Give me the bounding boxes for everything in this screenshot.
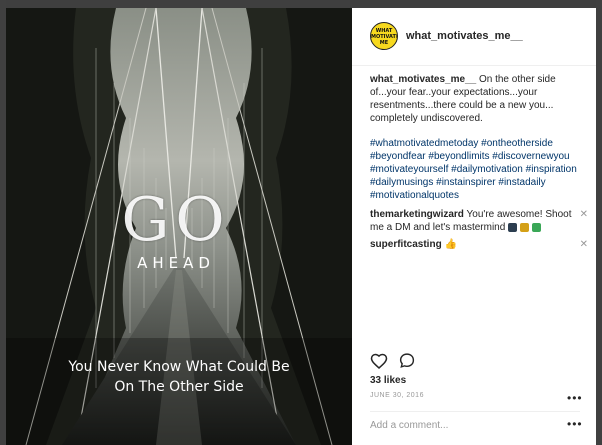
post-header: WHAT MOTIVATES ME what_motivates_me__ xyxy=(352,8,596,66)
comment-bubble-icon[interactable] xyxy=(398,352,416,369)
post-image[interactable]: GO AHEAD You Never Know What Could Be On… xyxy=(6,8,352,445)
image-quote-line-2: On The Other Side xyxy=(114,379,244,395)
avatar[interactable]: WHAT MOTIVATES ME xyxy=(370,22,398,50)
caption: what_motivates_me__ On the other side of… xyxy=(370,73,588,125)
heart-icon[interactable] xyxy=(370,352,388,369)
check-box-emoji-icon xyxy=(531,222,541,232)
comment-username-link[interactable]: superfitcasting xyxy=(370,239,442,250)
comment-item: superfitcasting 👍 ✕ xyxy=(370,238,588,251)
image-headline-go: GO xyxy=(121,185,231,255)
caption-username-link[interactable]: what_motivates_me__ xyxy=(370,74,476,85)
more-options-icon[interactable]: ••• xyxy=(567,391,583,405)
image-headline-ahead: AHEAD xyxy=(137,254,215,272)
glasses-emoji-icon xyxy=(508,222,518,232)
header-username-link[interactable]: what_motivates_me__ xyxy=(406,30,523,42)
comments-list: what_motivates_me__ On the other side of… xyxy=(370,73,588,251)
action-bar xyxy=(370,352,580,372)
comment-username-link[interactable]: themarketingwizard xyxy=(370,209,464,220)
divider xyxy=(370,411,580,412)
likes-count[interactable]: 33 likes xyxy=(370,375,406,386)
close-icon[interactable]: ✕ xyxy=(580,208,588,221)
comment-text: 👍 xyxy=(444,239,457,250)
post-date[interactable]: JUNE 30, 2016 xyxy=(370,392,424,399)
add-comment-input[interactable]: Add a comment... xyxy=(370,420,448,431)
avatar-logo-text: WHAT MOTIVATES ME xyxy=(371,28,397,46)
backdrop-right xyxy=(596,0,602,445)
more-options-icon[interactable]: ••• xyxy=(567,417,583,431)
comment-item: themarketingwizard You're awesome! Shoot… xyxy=(370,208,588,234)
caption-hashtags[interactable]: #whatmotivatedmetoday #ontheotherside #b… xyxy=(370,137,588,202)
close-icon[interactable]: ✕ xyxy=(580,238,588,251)
image-quote-line-1: You Never Know What Could Be xyxy=(68,359,290,375)
post-details-panel: WHAT MOTIVATES ME what_motivates_me__ wh… xyxy=(352,8,596,445)
money-bag-emoji-icon xyxy=(519,222,529,232)
